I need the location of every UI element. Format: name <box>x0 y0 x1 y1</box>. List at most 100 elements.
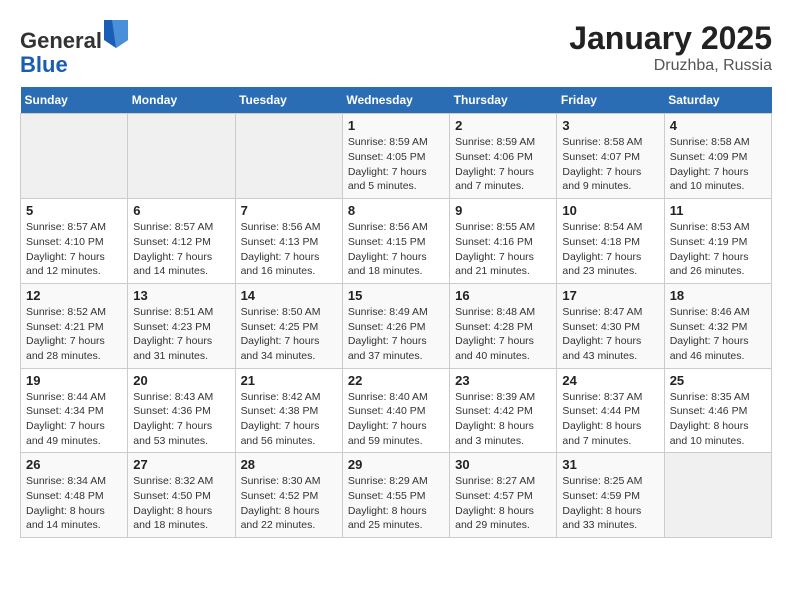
calendar-cell <box>128 114 235 199</box>
calendar-cell: 11Sunrise: 8:53 AM Sunset: 4:19 PM Dayli… <box>664 199 771 284</box>
day-number: 24 <box>562 373 658 388</box>
calendar-cell: 19Sunrise: 8:44 AM Sunset: 4:34 PM Dayli… <box>21 368 128 453</box>
day-info: Sunrise: 8:52 AM Sunset: 4:21 PM Dayligh… <box>26 305 122 364</box>
calendar-cell: 6 Sunrise: 8:57 AM Sunset: 4:12 PM Daylig… <box>128 199 235 284</box>
calendar-cell: 31 Sunrise: 8:25 AM Sunset: 4:59 PM Dayli… <box>557 453 664 538</box>
day-number: 12 <box>26 288 122 303</box>
day-number: 15 <box>348 288 444 303</box>
calendar-cell: 2 Sunrise: 8:59 AM Sunset: 4:06 PM Daylig… <box>450 114 557 199</box>
day-info: Sunrise: 8:59 AM Sunset: 4:06 PM Dayligh… <box>455 135 551 194</box>
calendar-cell: 5 Sunrise: 8:57 AM Sunset: 4:10 PM Daylig… <box>21 199 128 284</box>
day-info: Sunrise: 8:35 AM Sunset: 4:46 PM Dayligh… <box>670 390 766 449</box>
title-block: January 2025 Druzhba, Russia <box>569 20 772 75</box>
day-info: Sunrise: 8:56 AM Sunset: 4:13 PM Dayligh… <box>241 220 337 279</box>
day-number: 30 <box>455 457 551 472</box>
calendar-cell: 17 Sunrise: 8:47 AM Sunset: 4:30 PM Dayli… <box>557 283 664 368</box>
day-info: Sunrise: 8:34 AM Sunset: 4:48 PM Dayligh… <box>26 474 122 533</box>
day-number: 27 <box>133 457 229 472</box>
day-info: Sunrise: 8:57 AM Sunset: 4:12 PM Dayligh… <box>133 220 229 279</box>
day-of-week-header: Sunday <box>21 87 128 114</box>
page-title: January 2025 <box>569 20 772 57</box>
calendar-cell: 21 Sunrise: 8:42 AM Sunset: 4:38 PM Dayli… <box>235 368 342 453</box>
day-info: Sunrise: 8:30 AM Sunset: 4:52 PM Dayligh… <box>241 474 337 533</box>
day-number: 1 <box>348 118 444 133</box>
calendar-week-row: 26 Sunrise: 8:34 AM Sunset: 4:48 PM Dayli… <box>21 453 772 538</box>
day-info: Sunrise: 8:39 AM Sunset: 4:42 PM Dayligh… <box>455 390 551 449</box>
logo: General Blue <box>20 20 130 77</box>
day-info: Sunrise: 8:56 AM Sunset: 4:15 PM Dayligh… <box>348 220 444 279</box>
day-number: 28 <box>241 457 337 472</box>
calendar-cell: 4Sunrise: 8:58 AM Sunset: 4:09 PM Daylig… <box>664 114 771 199</box>
day-info: Sunrise: 8:57 AM Sunset: 4:10 PM Dayligh… <box>26 220 122 279</box>
day-info: Sunrise: 8:49 AM Sunset: 4:26 PM Dayligh… <box>348 305 444 364</box>
day-number: 17 <box>562 288 658 303</box>
logo-icon <box>104 20 128 48</box>
day-number: 23 <box>455 373 551 388</box>
calendar-cell: 26 Sunrise: 8:34 AM Sunset: 4:48 PM Dayli… <box>21 453 128 538</box>
calendar-week-row: 5 Sunrise: 8:57 AM Sunset: 4:10 PM Daylig… <box>21 199 772 284</box>
day-info: Sunrise: 8:27 AM Sunset: 4:57 PM Dayligh… <box>455 474 551 533</box>
calendar-cell: 14Sunrise: 8:50 AM Sunset: 4:25 PM Dayli… <box>235 283 342 368</box>
logo-text: General Blue <box>20 20 130 77</box>
day-info: Sunrise: 8:32 AM Sunset: 4:50 PM Dayligh… <box>133 474 229 533</box>
day-number: 21 <box>241 373 337 388</box>
calendar-cell: 13Sunrise: 8:51 AM Sunset: 4:23 PM Dayli… <box>128 283 235 368</box>
day-number: 29 <box>348 457 444 472</box>
day-info: Sunrise: 8:58 AM Sunset: 4:07 PM Dayligh… <box>562 135 658 194</box>
calendar-cell: 27 Sunrise: 8:32 AM Sunset: 4:50 PM Dayli… <box>128 453 235 538</box>
day-number: 6 <box>133 203 229 218</box>
day-info: Sunrise: 8:53 AM Sunset: 4:19 PM Dayligh… <box>670 220 766 279</box>
page-header: General Blue January 2025 Druzhba, Russi… <box>20 20 772 77</box>
day-number: 22 <box>348 373 444 388</box>
day-number: 8 <box>348 203 444 218</box>
day-number: 4 <box>670 118 766 133</box>
day-of-week-header: Thursday <box>450 87 557 114</box>
page-subtitle: Druzhba, Russia <box>569 57 772 75</box>
day-info: Sunrise: 8:43 AM Sunset: 4:36 PM Dayligh… <box>133 390 229 449</box>
calendar-cell: 3 Sunrise: 8:58 AM Sunset: 4:07 PM Daylig… <box>557 114 664 199</box>
calendar-cell: 30 Sunrise: 8:27 AM Sunset: 4:57 PM Dayli… <box>450 453 557 538</box>
calendar-cell: 16Sunrise: 8:48 AM Sunset: 4:28 PM Dayli… <box>450 283 557 368</box>
day-number: 20 <box>133 373 229 388</box>
day-number: 2 <box>455 118 551 133</box>
day-number: 10 <box>562 203 658 218</box>
day-number: 14 <box>241 288 337 303</box>
day-number: 26 <box>26 457 122 472</box>
day-of-week-header: Tuesday <box>235 87 342 114</box>
day-of-week-header: Wednesday <box>342 87 449 114</box>
calendar-week-row: 19Sunrise: 8:44 AM Sunset: 4:34 PM Dayli… <box>21 368 772 453</box>
calendar-cell: 15 Sunrise: 8:49 AM Sunset: 4:26 PM Dayli… <box>342 283 449 368</box>
day-number: 25 <box>670 373 766 388</box>
day-number: 7 <box>241 203 337 218</box>
calendar-cell: 1 Sunrise: 8:59 AM Sunset: 4:05 PM Daylig… <box>342 114 449 199</box>
day-number: 3 <box>562 118 658 133</box>
calendar-cell: 23 Sunrise: 8:39 AM Sunset: 4:42 PM Dayli… <box>450 368 557 453</box>
day-info: Sunrise: 8:42 AM Sunset: 4:38 PM Dayligh… <box>241 390 337 449</box>
calendar-cell: 28 Sunrise: 8:30 AM Sunset: 4:52 PM Dayli… <box>235 453 342 538</box>
calendar-cell: 22 Sunrise: 8:40 AM Sunset: 4:40 PM Dayli… <box>342 368 449 453</box>
day-info: Sunrise: 8:55 AM Sunset: 4:16 PM Dayligh… <box>455 220 551 279</box>
day-info: Sunrise: 8:54 AM Sunset: 4:18 PM Dayligh… <box>562 220 658 279</box>
calendar-week-row: 1 Sunrise: 8:59 AM Sunset: 4:05 PM Daylig… <box>21 114 772 199</box>
calendar-table: SundayMondayTuesdayWednesdayThursdayFrid… <box>20 87 772 538</box>
calendar-week-row: 12 Sunrise: 8:52 AM Sunset: 4:21 PM Dayli… <box>21 283 772 368</box>
day-info: Sunrise: 8:40 AM Sunset: 4:40 PM Dayligh… <box>348 390 444 449</box>
day-info: Sunrise: 8:29 AM Sunset: 4:55 PM Dayligh… <box>348 474 444 533</box>
calendar-cell: 12 Sunrise: 8:52 AM Sunset: 4:21 PM Dayli… <box>21 283 128 368</box>
day-info: Sunrise: 8:46 AM Sunset: 4:32 PM Dayligh… <box>670 305 766 364</box>
day-number: 18 <box>670 288 766 303</box>
day-number: 31 <box>562 457 658 472</box>
day-number: 5 <box>26 203 122 218</box>
calendar-cell: 7 Sunrise: 8:56 AM Sunset: 4:13 PM Daylig… <box>235 199 342 284</box>
day-info: Sunrise: 8:37 AM Sunset: 4:44 PM Dayligh… <box>562 390 658 449</box>
day-info: Sunrise: 8:48 AM Sunset: 4:28 PM Dayligh… <box>455 305 551 364</box>
calendar-cell: 29 Sunrise: 8:29 AM Sunset: 4:55 PM Dayli… <box>342 453 449 538</box>
day-number: 9 <box>455 203 551 218</box>
day-of-week-header: Saturday <box>664 87 771 114</box>
day-info: Sunrise: 8:47 AM Sunset: 4:30 PM Dayligh… <box>562 305 658 364</box>
calendar-cell: 8 Sunrise: 8:56 AM Sunset: 4:15 PM Daylig… <box>342 199 449 284</box>
day-info: Sunrise: 8:59 AM Sunset: 4:05 PM Dayligh… <box>348 135 444 194</box>
logo-blue: Blue <box>20 52 68 77</box>
logo-general: General <box>20 28 102 53</box>
day-info: Sunrise: 8:25 AM Sunset: 4:59 PM Dayligh… <box>562 474 658 533</box>
